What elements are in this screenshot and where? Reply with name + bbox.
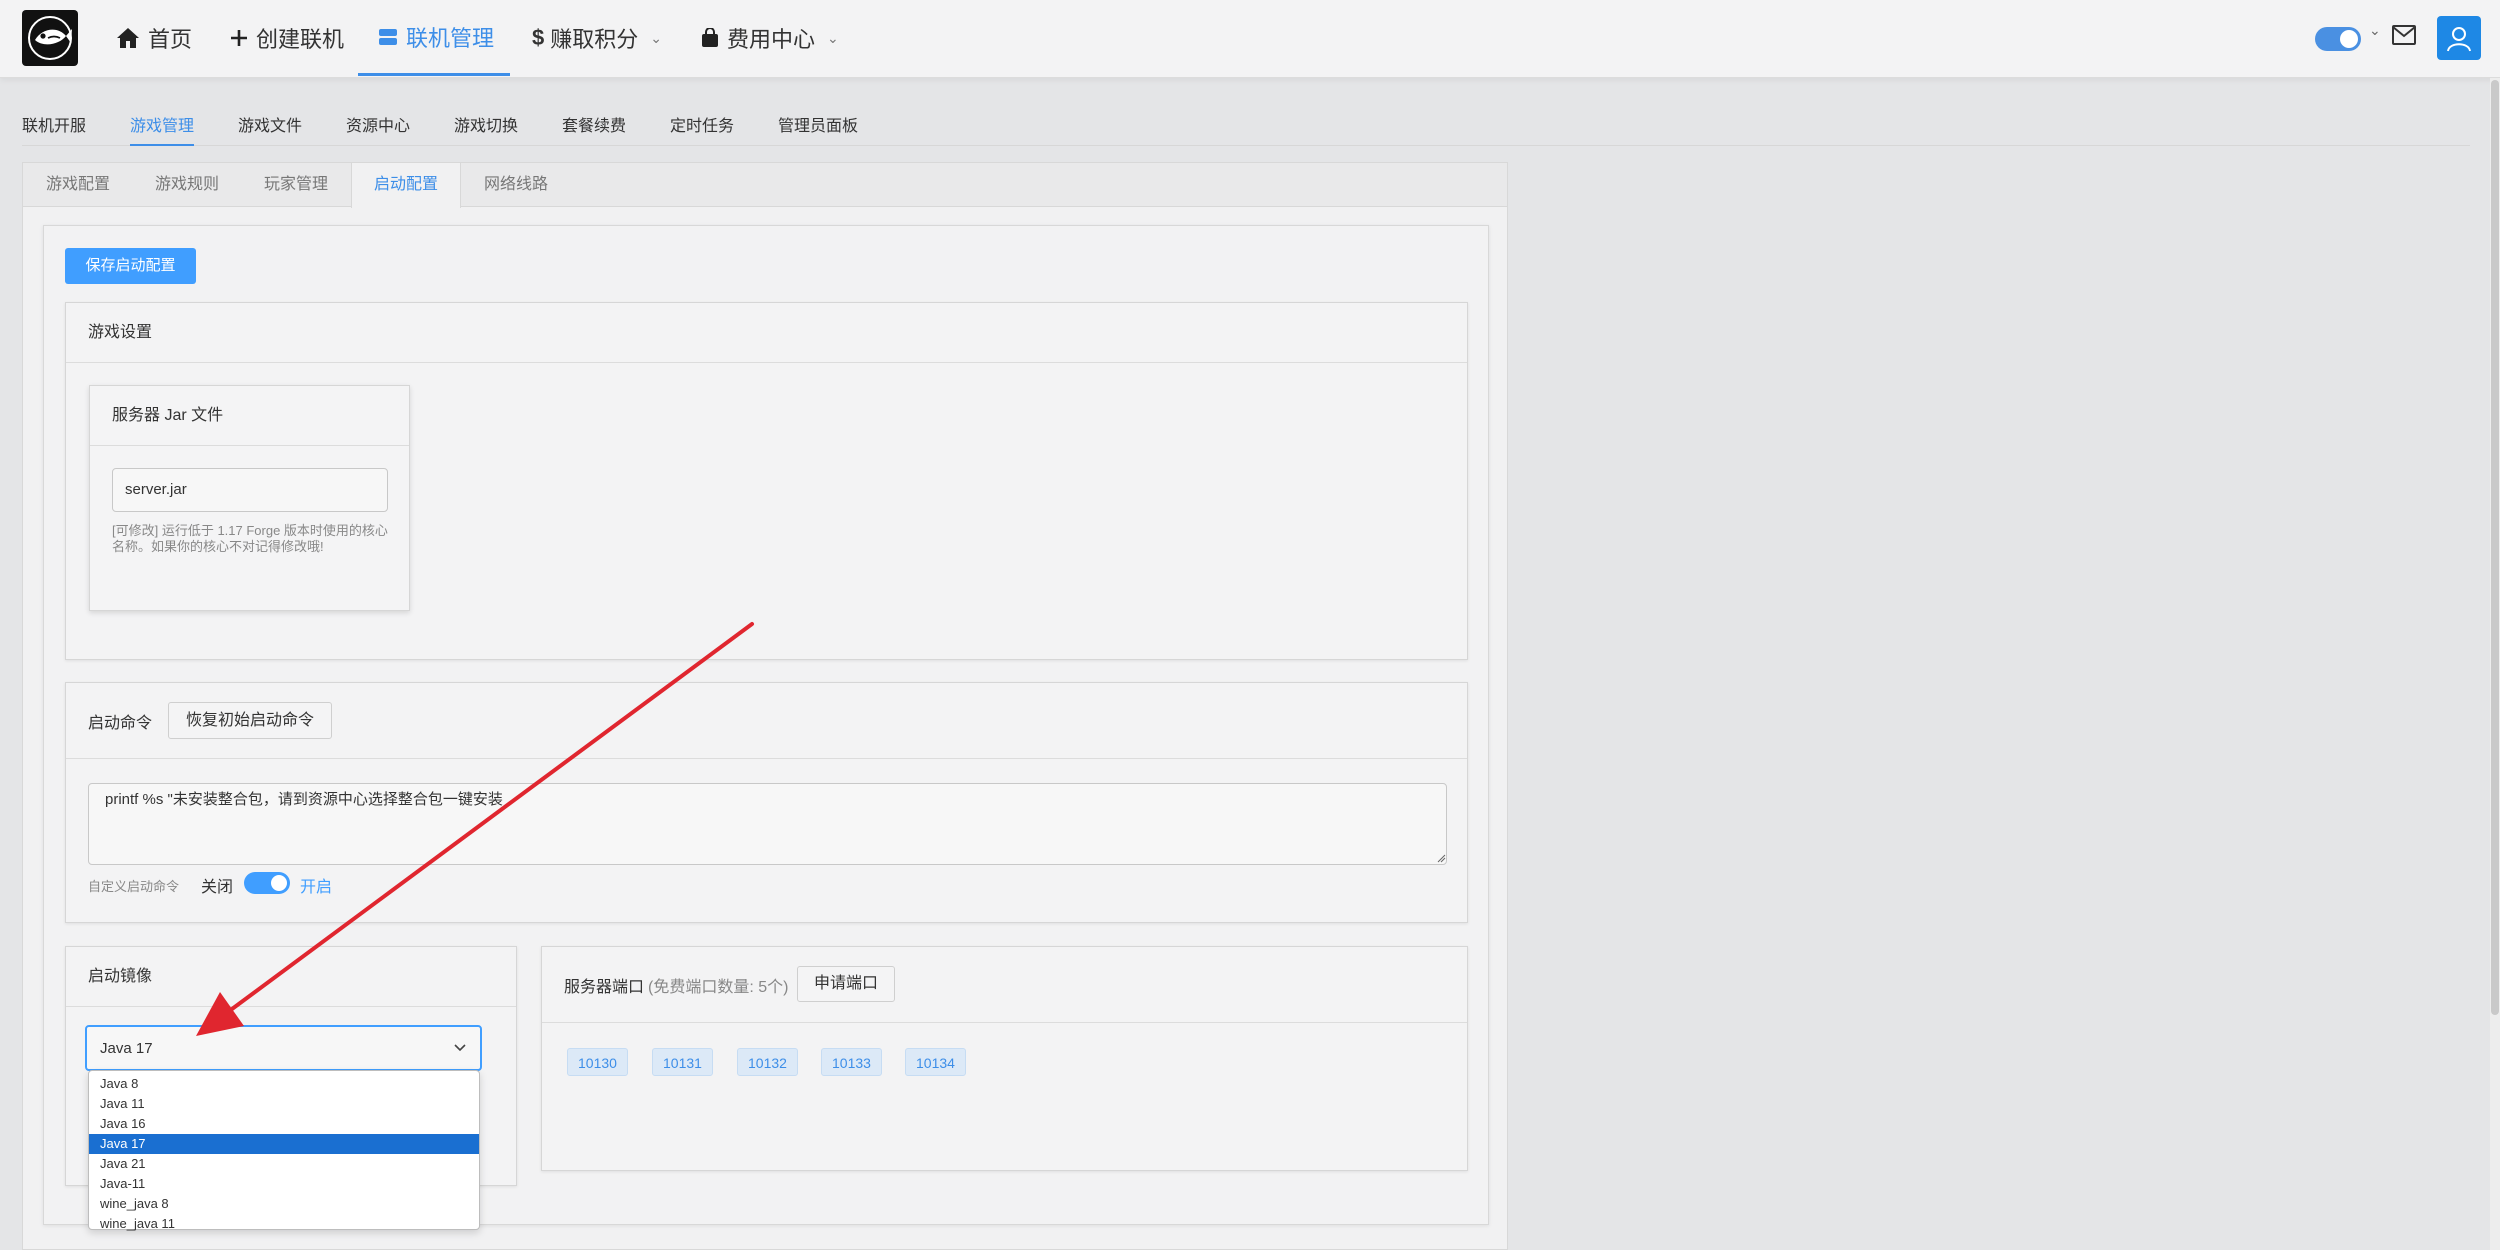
launch-command-header: 启动命令 恢复初始启动命令: [66, 683, 1467, 759]
switch-off-label: 关闭: [201, 879, 234, 896]
nav-create[interactable]: 创建联机: [230, 0, 344, 76]
dropdown-option-selected[interactable]: Java 17: [89, 1134, 479, 1154]
port-tag: 10134: [905, 1048, 966, 1076]
tab-game-config[interactable]: 游戏配置: [23, 163, 133, 207]
jar-file-card: 服务器 Jar 文件 server.jar [可修改] 运行低于 1.17 Fo…: [89, 385, 410, 611]
chevron-down-icon[interactable]: ⌄: [2369, 22, 2381, 39]
chevron-down-icon: ⌄: [827, 29, 839, 46]
game-settings-title: 游戏设置: [66, 303, 1467, 363]
server-icon: [378, 27, 398, 47]
home-icon: [116, 27, 140, 49]
jar-file-hint: [可修改] 运行低于 1.17 Forge 版本时使用的核心名称。如果你的核心不…: [112, 523, 388, 554]
dropdown-option[interactable]: Java 11: [89, 1094, 479, 1114]
mail-icon[interactable]: [2392, 25, 2416, 50]
dollar-icon: $: [532, 25, 545, 50]
subtab-resource-center[interactable]: 资源中心: [346, 112, 410, 144]
save-launch-config-button[interactable]: 保存启动配置: [65, 248, 196, 284]
chevron-down-icon: ⌄: [650, 29, 662, 46]
tab-player-manage[interactable]: 玩家管理: [241, 163, 351, 207]
nav-fees-label: 费用中心: [727, 27, 816, 52]
launch-image-title: 启动镜像: [66, 947, 516, 1007]
secondary-tabs: 联机开服 游戏管理 游戏文件 资源中心 游戏切换 套餐续费 定时任务 管理员面板: [22, 108, 2470, 146]
chevron-down-icon: [454, 1044, 466, 1052]
nav-manage-label: 联机管理: [406, 25, 495, 51]
port-tag: 10133: [821, 1048, 882, 1076]
tab-game-rules[interactable]: 游戏规则: [133, 163, 241, 207]
launch-command-textarea[interactable]: printf %s "未安装整合包，请到资源中心选择整合包一键安装: [88, 783, 1447, 865]
top-navbar: 首页 创建联机 联机管理 $ 赚取积分 ⌄ 费用中心 ⌄ ⌄: [0, 0, 2500, 78]
shopping-bag-icon: [701, 28, 719, 48]
dropdown-option[interactable]: Java 21: [89, 1154, 479, 1174]
user-icon: [2447, 27, 2471, 52]
subtab-game-files[interactable]: 游戏文件: [238, 112, 302, 144]
nav-earn-label: 赚取积分: [550, 27, 639, 52]
custom-command-switch[interactable]: [244, 872, 290, 894]
dropdown-option[interactable]: Java 8: [89, 1074, 479, 1094]
nav-create-label: 创建联机: [256, 27, 345, 52]
tab-launch-config[interactable]: 启动配置: [351, 163, 461, 208]
launch-image-selected: Java 17: [100, 1040, 153, 1057]
launch-command-card: 启动命令 恢复初始启动命令 printf %s "未安装整合包，请到资源中心选择…: [65, 682, 1468, 923]
nav-manage[interactable]: 联机管理: [358, 0, 510, 76]
tab-network-route[interactable]: 网络线路: [461, 163, 571, 207]
subtab-scheduled-tasks[interactable]: 定时任务: [670, 112, 734, 144]
switch-on-label: 开启: [300, 879, 333, 896]
launch-command-title: 启动命令: [88, 715, 153, 732]
resize-handle-icon[interactable]: [1436, 853, 1446, 863]
subtab-plan-renew[interactable]: 套餐续费: [562, 112, 626, 144]
port-tag: 10131: [652, 1048, 713, 1076]
subtab-admin-panel[interactable]: 管理员面板: [778, 112, 858, 144]
jar-file-input[interactable]: server.jar: [112, 468, 388, 512]
nav-home[interactable]: 首页: [116, 0, 192, 76]
subtab-server-open[interactable]: 联机开服: [22, 112, 86, 144]
free-ports-note: (免费端口数量: 5个): [648, 979, 789, 996]
jar-file-title: 服务器 Jar 文件: [90, 386, 409, 446]
nav-home-label: 首页: [148, 27, 193, 52]
nav-fees[interactable]: 费用中心 ⌄: [701, 0, 839, 76]
subtab-game-manage[interactable]: 游戏管理: [130, 112, 195, 146]
dropdown-option[interactable]: Java 16: [89, 1114, 479, 1134]
dropdown-option[interactable]: Java-11: [89, 1174, 479, 1194]
reset-launch-command-button[interactable]: 恢复初始启动命令: [168, 702, 332, 739]
plus-icon: [230, 29, 248, 47]
apply-port-button[interactable]: 申请端口: [797, 966, 895, 1002]
page-scrollbar-thumb[interactable]: [2491, 80, 2499, 1015]
config-tabbar: 游戏配置 游戏规则 玩家管理 启动配置 网络线路: [23, 163, 1507, 208]
subtab-game-switch[interactable]: 游戏切换: [454, 112, 518, 144]
game-settings-card: 游戏设置 服务器 Jar 文件 server.jar [可修改] 运行低于 1.…: [65, 302, 1468, 660]
port-tag: 10132: [737, 1048, 798, 1076]
dropdown-option[interactable]: wine_java 8: [89, 1194, 479, 1214]
nav-earn[interactable]: $ 赚取积分 ⌄: [532, 0, 662, 76]
launch-image-dropdown: Java 8 Java 11 Java 16 Java 17 Java 21 J…: [88, 1070, 480, 1231]
user-avatar-button[interactable]: [2437, 16, 2481, 60]
fish-logo-icon: [28, 16, 72, 60]
port-tag: 10130: [567, 1048, 628, 1076]
theme-toggle[interactable]: [2315, 27, 2361, 51]
dropdown-option[interactable]: wine_java 11: [89, 1214, 479, 1234]
custom-command-label: 自定义启动命令: [88, 879, 180, 894]
launch-image-select[interactable]: Java 17: [85, 1025, 482, 1071]
server-ports-header: 服务器端口 (免费端口数量: 5个) 申请端口: [542, 947, 1467, 1023]
app-logo[interactable]: [22, 10, 78, 66]
server-ports-title: 服务器端口: [564, 979, 645, 996]
